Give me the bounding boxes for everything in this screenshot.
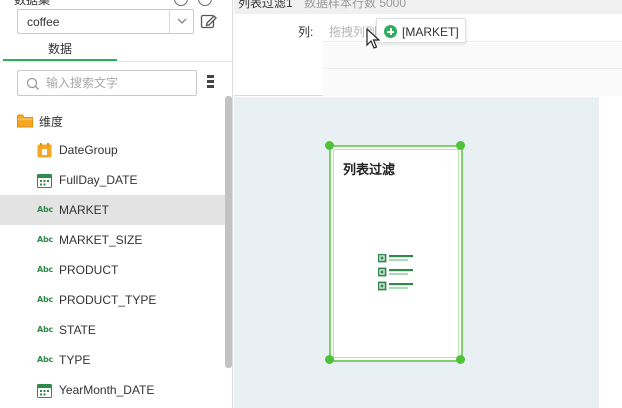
dataset-select[interactable]: coffee	[17, 9, 194, 34]
field-tree: 维度 DateGroup FullDay_DATE Abc MARKET Abc…	[0, 105, 225, 405]
search-box[interactable]	[17, 70, 197, 96]
widget-title: 列表过滤	[343, 162, 396, 177]
abc-text-icon: Abc	[37, 355, 54, 364]
tree-item-label: DateGroup	[59, 143, 118, 157]
column-label: 列:	[298, 25, 314, 39]
tree-scrollbar[interactable]	[225, 96, 232, 368]
more-menu-icon[interactable]	[207, 75, 215, 91]
resize-handle-top-right[interactable]	[456, 141, 465, 150]
panel-title: 数据集	[14, 0, 51, 7]
drag-chip-label: [MARKET]	[402, 25, 459, 39]
widget-inner-frame: 列表过滤	[333, 149, 459, 358]
tree-folder-label: 维度	[39, 115, 64, 129]
abc-text-icon: Abc	[37, 325, 54, 334]
design-canvas[interactable]: 列表过滤	[234, 97, 599, 408]
tree-item-label: FullDay_DATE	[59, 173, 138, 187]
resize-handle-bottom-right[interactable]	[456, 355, 465, 364]
tree-item-label: STATE	[59, 323, 96, 337]
tree-item-market-size[interactable]: Abc MARKET_SIZE	[0, 225, 225, 255]
component-title: 列表过滤1	[238, 0, 293, 10]
tree-item-product[interactable]: Abc PRODUCT	[0, 255, 225, 285]
left-panel: 数据集 coffee 数据 维度	[0, 0, 233, 408]
tab-divider	[0, 61, 232, 62]
plus-circle-icon	[384, 25, 397, 38]
chevron-down-icon[interactable]	[169, 10, 193, 33]
dataset-select-value: coffee	[27, 15, 60, 29]
abc-text-icon: Abc	[37, 295, 54, 304]
tree-item-product-type[interactable]: Abc PRODUCT_TYPE	[0, 285, 225, 315]
tree-item-type[interactable]: Abc TYPE	[0, 345, 225, 375]
search-icon	[26, 77, 39, 90]
date-group-icon	[37, 143, 52, 158]
resize-handle-top-left[interactable]	[325, 141, 334, 150]
resize-handle-bottom-left[interactable]	[325, 355, 334, 364]
edit-dataset-button[interactable]	[200, 13, 217, 30]
tree-item-label: MARKET	[59, 203, 110, 217]
edit-icon	[200, 14, 217, 29]
settings-icon[interactable]	[198, 0, 212, 6]
abc-text-icon: Abc	[37, 235, 54, 244]
tree-item-label: MARKET_SIZE	[59, 233, 143, 247]
tree-item-yearmonth-date[interactable]: YearMonth_DATE	[0, 375, 225, 405]
sample-row-info: 数据样本行数 5000	[304, 0, 407, 10]
search-input[interactable]	[46, 74, 191, 92]
binding-slot-row[interactable]	[323, 70, 622, 96]
tree-item-fullday-date[interactable]: FullDay_DATE	[0, 165, 225, 195]
tree-item-label: PRODUCT	[59, 263, 119, 277]
tree-item-label: PRODUCT_TYPE	[59, 293, 157, 307]
calendar-icon	[37, 384, 52, 398]
tree-item-label: YearMonth_DATE	[59, 383, 155, 397]
mouse-cursor-icon	[366, 28, 380, 49]
right-panel: 列表过滤1 数据样本行数 5000 列: 拖拽列到 [MARKET] 列表过滤	[234, 0, 622, 408]
list-filter-icon	[378, 254, 413, 291]
drag-chip-market[interactable]: [MARKET]	[376, 18, 466, 43]
tree-item-state[interactable]: Abc STATE	[0, 315, 225, 345]
tree-folder-dimensions[interactable]: 维度	[0, 105, 225, 135]
tree-item-market[interactable]: Abc MARKET	[0, 195, 225, 225]
tree-item-dategroup[interactable]: DateGroup	[0, 135, 225, 165]
component-header: 列表过滤1 数据样本行数 5000	[234, 0, 622, 14]
folder-icon	[17, 114, 33, 128]
calendar-icon	[37, 174, 52, 188]
list-filter-widget[interactable]: 列表过滤	[325, 141, 465, 364]
help-icon[interactable]	[174, 0, 188, 6]
abc-text-icon: Abc	[37, 205, 54, 214]
canvas-right-margin	[599, 97, 622, 408]
abc-text-icon: Abc	[37, 265, 54, 274]
tab-data-label: 数据	[47, 42, 72, 56]
tree-item-label: TYPE	[59, 353, 91, 367]
tab-data[interactable]: 数据	[3, 40, 117, 62]
